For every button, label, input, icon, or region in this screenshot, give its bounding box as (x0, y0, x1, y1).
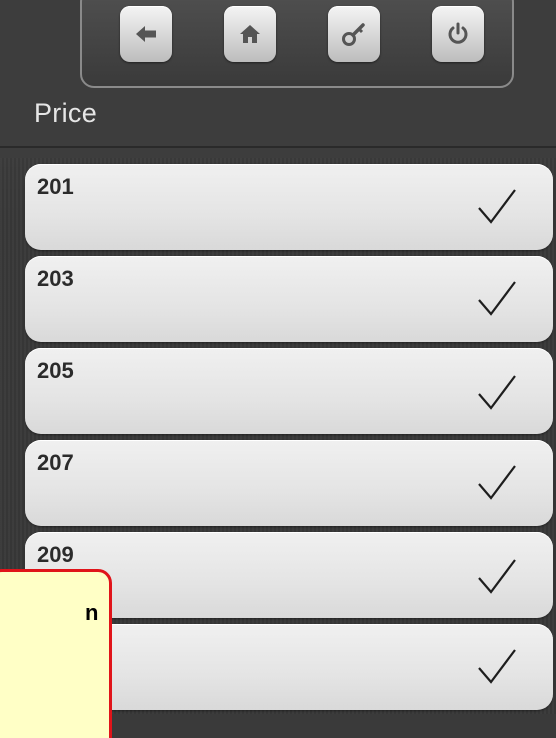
price-value: 201 (37, 174, 74, 199)
check-icon (477, 464, 517, 507)
check-icon (477, 280, 517, 323)
price-value: 209 (37, 542, 74, 567)
check-icon (477, 374, 517, 417)
price-value: 203 (37, 266, 74, 291)
price-value: 207 (37, 450, 74, 475)
price-item[interactable]: 201 (25, 164, 553, 250)
callout-box: n (0, 569, 112, 738)
check-icon (477, 648, 517, 691)
price-value: 205 (37, 358, 74, 383)
callout-text: n (85, 600, 99, 625)
check-icon (477, 558, 517, 601)
check-icon (477, 188, 517, 231)
app-screen: Price 20120320520720911 n (0, 0, 556, 738)
price-item[interactable]: 207 (25, 440, 553, 526)
price-item[interactable]: 205 (25, 348, 553, 434)
price-item[interactable]: 203 (25, 256, 553, 342)
